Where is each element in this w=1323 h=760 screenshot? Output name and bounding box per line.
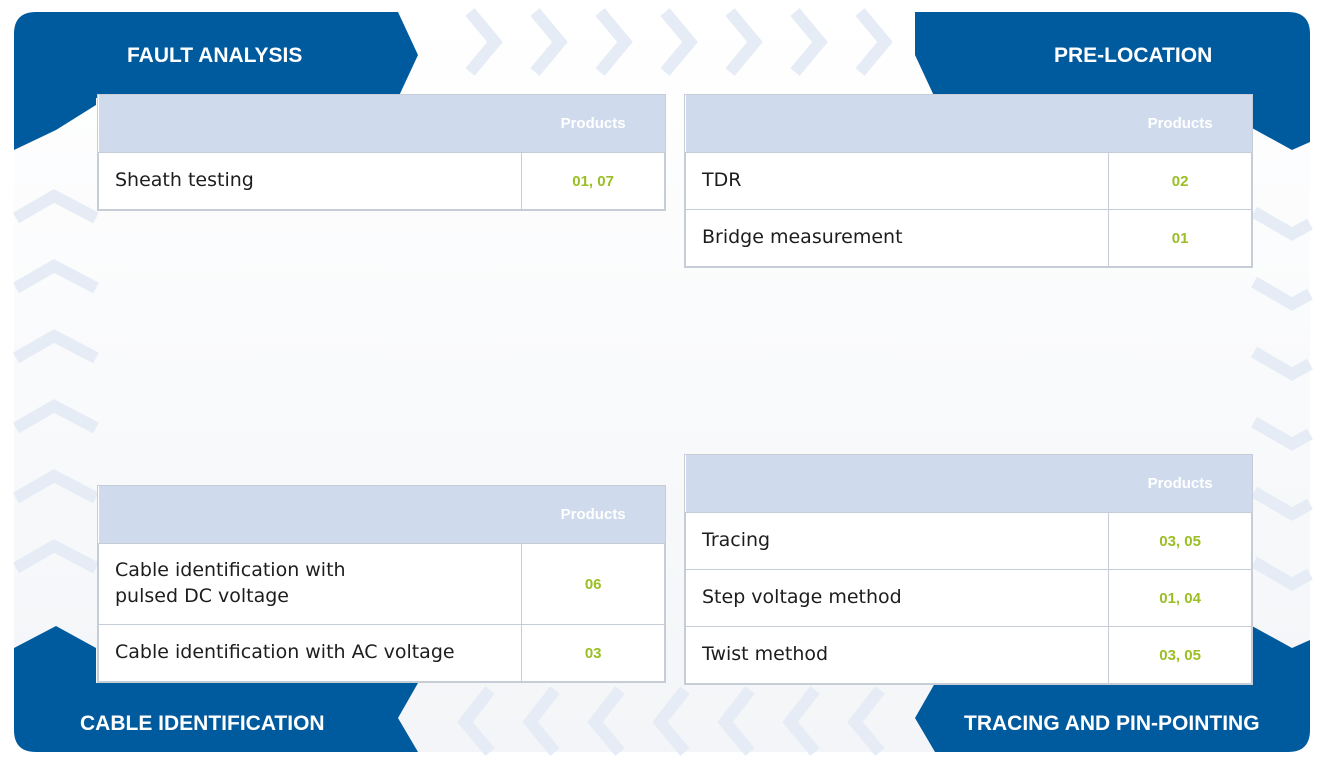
method-label: Sheath testing [97, 152, 523, 210]
table-row: Twist method 03, 05 [684, 626, 1252, 684]
method-label: Tracing [684, 512, 1110, 570]
table-row: Cable identification with AC voltage 03 [97, 624, 665, 682]
table-row: Sheath testing 01, 07 [97, 152, 665, 210]
products-header: Products [1108, 95, 1252, 153]
table-row: Step voltage method 01, 04 [684, 569, 1252, 627]
product-numbers: 01, 07 [521, 152, 665, 210]
header-blank-cell [98, 95, 522, 153]
product-numbers: 06 [521, 543, 665, 625]
table-row: Bridge measurement 01 [684, 209, 1252, 267]
table-header-row: Products [98, 95, 665, 153]
header-blank-cell [685, 95, 1109, 153]
product-numbers: 03, 05 [1108, 626, 1252, 684]
table-header-row: Products [685, 95, 1252, 153]
table-row: Tracing 03, 05 [684, 512, 1252, 570]
diagram-canvas: FAULT ANALYSIS PRE-LOCATION CABLE IDENTI… [0, 0, 1323, 760]
products-header: Products [521, 95, 665, 153]
table-row: Cable identification with pulsed DC volt… [97, 543, 665, 625]
header-blank-cell [98, 486, 522, 544]
method-label: Twist method [684, 626, 1110, 684]
product-numbers: 01, 04 [1108, 569, 1252, 627]
table-header-row: Products [98, 486, 665, 544]
method-label: Bridge measurement [684, 209, 1110, 267]
method-label: Cable identification with AC voltage [97, 624, 523, 682]
header-blank-cell [685, 455, 1109, 513]
method-label: Step voltage method [684, 569, 1110, 627]
product-numbers: 03, 05 [1108, 512, 1252, 570]
products-header: Products [1108, 455, 1252, 513]
method-label: TDR [684, 152, 1110, 210]
cable-identification-table: Products Cable identification with pulse… [97, 486, 665, 682]
fault-analysis-table: Products Sheath testing 01, 07 [97, 95, 665, 210]
products-header: Products [521, 486, 665, 544]
table-row: TDR 02 [684, 152, 1252, 210]
table-header-row: Products [685, 455, 1252, 513]
method-label: Cable identification with pulsed DC volt… [97, 543, 523, 625]
banner-tracing-pin-pointing: TRACING AND PIN-POINTING [964, 712, 1260, 735]
product-numbers: 02 [1108, 152, 1252, 210]
banner-cable-identification: CABLE IDENTIFICATION [80, 712, 325, 735]
pre-location-table: Products TDR 02 Bridge measurement 01 [684, 95, 1252, 267]
tracing-table: Products Tracing 03, 05 Step voltage met… [684, 455, 1252, 684]
product-numbers: 03 [521, 624, 665, 682]
product-numbers: 01 [1108, 209, 1252, 267]
banner-pre-location: PRE-LOCATION [1054, 44, 1213, 67]
banner-fault-analysis: FAULT ANALYSIS [127, 44, 303, 67]
